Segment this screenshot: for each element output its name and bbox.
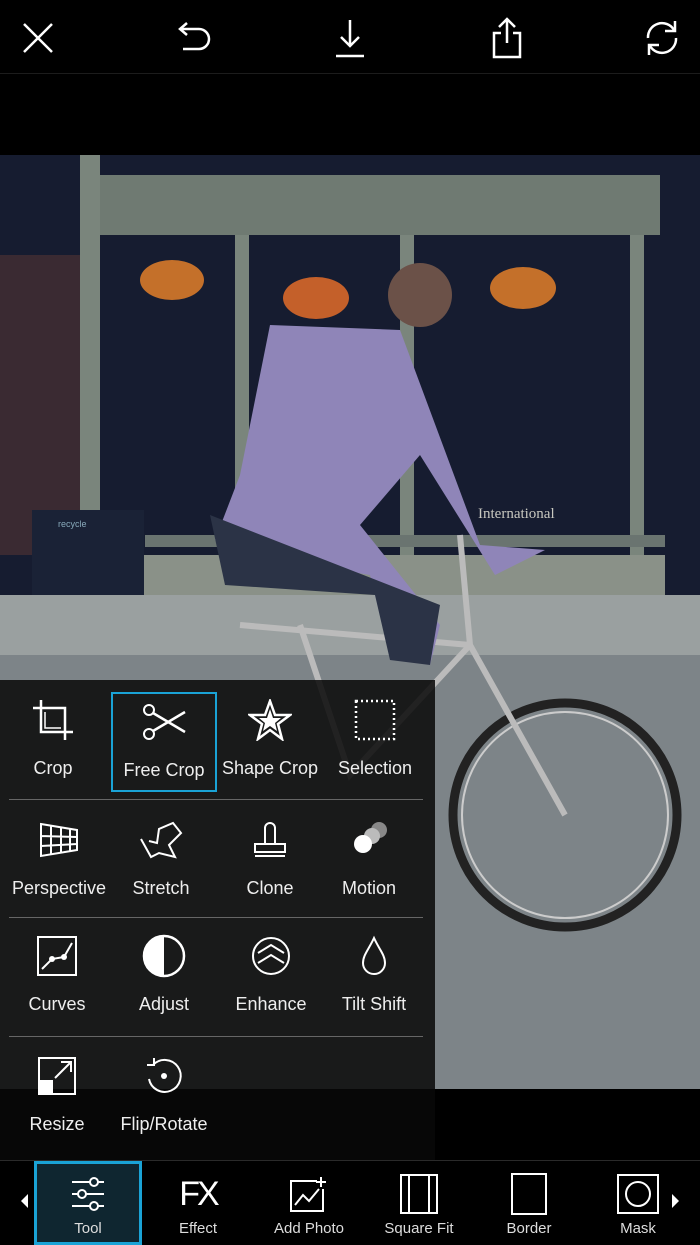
resize-icon	[4, 1054, 110, 1098]
tool-shape-crop[interactable]: Shape Crop	[217, 680, 323, 780]
storefront-sign-text: International	[478, 506, 555, 522]
nav-border[interactable]: Border	[475, 1161, 583, 1245]
scroll-right-arrow-icon[interactable]	[672, 1194, 679, 1208]
bottom-nav: Tool FX Effect Add Photo Square Fit Borde…	[0, 1160, 700, 1245]
tool-adjust[interactable]: Adjust	[111, 916, 217, 1016]
sync-icon[interactable]	[642, 18, 682, 58]
scroll-left-arrow-icon[interactable]	[21, 1194, 28, 1208]
tool-label: Crop	[33, 758, 73, 778]
tool-label: Motion	[341, 878, 397, 898]
nav-label: Add Photo	[273, 1220, 345, 1237]
motion-icon	[316, 818, 422, 862]
crop-icon	[0, 698, 106, 742]
tool-perspective[interactable]: Perspective	[6, 800, 112, 900]
sliders-icon	[37, 1173, 139, 1215]
nav-label: Mask	[620, 1220, 656, 1237]
recycle-bin-text: recycle	[58, 519, 87, 529]
tool-label: Flip/Rotate	[120, 1114, 208, 1134]
star-icon	[217, 698, 323, 742]
nav-label: Border	[506, 1220, 552, 1237]
close-icon[interactable]	[18, 18, 58, 58]
tool-stretch[interactable]: Stretch	[108, 800, 214, 900]
border-icon	[475, 1173, 583, 1215]
scissors-icon	[113, 700, 215, 744]
tool-free-crop[interactable]: Free Crop	[111, 692, 217, 792]
share-icon[interactable]	[487, 17, 527, 59]
nav-add-photo[interactable]: Add Photo	[255, 1161, 363, 1245]
tools-panel: Crop Free Crop Shape Crop Selection Pers…	[0, 680, 435, 1160]
tool-flip-rotate[interactable]: Flip/Rotate	[111, 1036, 217, 1136]
drop-icon	[321, 934, 427, 978]
nav-effect[interactable]: FX Effect	[144, 1161, 252, 1245]
adjust-icon	[111, 934, 217, 978]
enhance-icon	[218, 934, 324, 978]
stamp-icon	[217, 818, 323, 862]
tool-crop[interactable]: Crop	[0, 680, 106, 780]
tool-enhance[interactable]: Enhance	[218, 916, 324, 1016]
fx-icon: FX	[179, 1174, 219, 1213]
nav-tool[interactable]: Tool	[34, 1161, 142, 1245]
tool-label: Tilt Shift	[341, 994, 407, 1014]
selection-icon	[322, 698, 428, 742]
tool-selection[interactable]: Selection	[322, 680, 428, 780]
nav-label: Effect	[178, 1220, 218, 1237]
tool-resize[interactable]: Resize	[4, 1036, 110, 1136]
rotate-icon	[111, 1054, 217, 1098]
tool-tilt-shift[interactable]: Tilt Shift	[321, 916, 427, 1016]
stretch-icon	[108, 818, 214, 862]
download-icon[interactable]	[330, 18, 370, 58]
tool-motion[interactable]: Motion	[316, 800, 422, 900]
nav-label: Square Fit	[384, 1220, 454, 1237]
tool-label: Stretch	[132, 878, 190, 898]
curves-icon	[4, 934, 110, 978]
square-fit-icon	[365, 1173, 473, 1215]
undo-icon[interactable]	[173, 18, 213, 58]
top-toolbar	[0, 0, 700, 74]
perspective-icon	[6, 818, 112, 862]
nav-label: Tool	[74, 1220, 102, 1237]
add-photo-icon	[255, 1173, 363, 1215]
tool-label: Selection	[337, 758, 413, 778]
tool-curves[interactable]: Curves	[4, 916, 110, 1016]
nav-square-fit[interactable]: Square Fit	[365, 1161, 473, 1245]
